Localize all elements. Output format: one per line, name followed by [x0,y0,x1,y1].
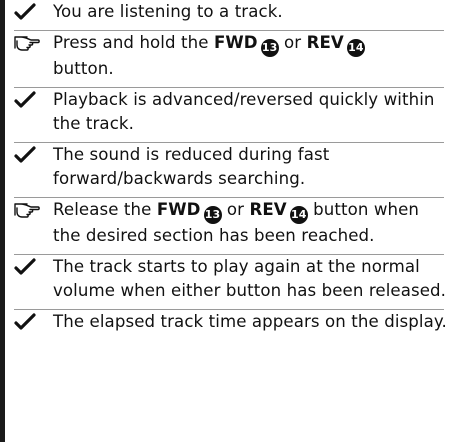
fwd-button-label: FWD [156,200,201,219]
checkmark-icon [14,88,53,112]
item-text: Release the FWD 13 or REV 14 button when t… [53,198,450,248]
rev-button-label: REV [306,33,344,52]
text-segment: button. [53,59,114,78]
pointing-hand-icon [14,198,53,222]
instruction-list: You are listening to a track. Press and … [14,0,450,334]
rev-button-label: REV [249,200,287,219]
button-number-badge: 14 [346,39,365,57]
item-text: You are listening to a track. [53,2,283,21]
list-item: The elapsed track time appears on the di… [14,310,450,334]
button-number-badge: 13 [260,39,279,57]
left-margin-bar [0,0,5,442]
list-item: The track starts to play again at the no… [14,255,450,303]
checkmark-icon [14,143,53,167]
text-segment: or [221,200,250,219]
item-text: The track starts to play again at the no… [53,257,447,300]
button-number-badge: 14 [289,206,308,224]
text-segment: or [278,33,307,52]
checkmark-icon [14,310,53,334]
text-segment: Release the [53,200,157,219]
checkmark-icon [14,0,53,24]
list-item: You are listening to a track. [14,0,450,24]
list-item: Release the FWD 13 or REV 14 button when t… [14,198,450,248]
item-text: The sound is reduced during fast forward… [53,145,330,188]
item-text: The elapsed track time appears on the di… [53,312,447,331]
button-number-badge: 13 [203,206,222,224]
pointing-hand-icon [14,31,53,55]
item-text: Playback is advanced/reversed quickly wi… [53,90,435,133]
list-item: Press and hold the FWD 13 or REV 14 button… [14,31,450,81]
text-segment: Press and hold the [53,33,214,52]
list-item: The sound is reduced during fast forward… [14,143,450,191]
checkmark-icon [14,255,53,279]
item-text: Press and hold the FWD 13 or REV 14 button… [53,31,450,81]
list-item: Playback is advanced/reversed quickly wi… [14,88,450,136]
fwd-button-label: FWD [213,33,258,52]
